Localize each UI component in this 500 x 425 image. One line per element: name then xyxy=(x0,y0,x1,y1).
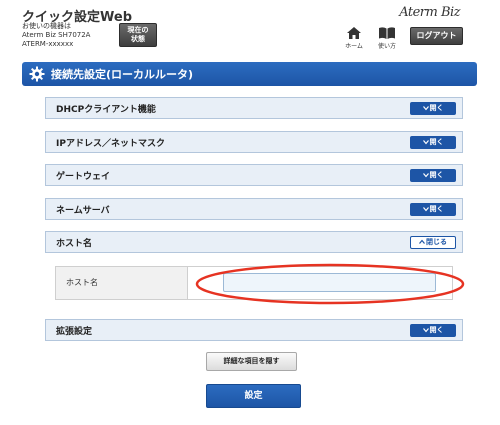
expand-button[interactable]: 開く xyxy=(410,136,456,149)
expand-button[interactable]: 開く xyxy=(410,169,456,182)
panel-label: ゲートウェイ xyxy=(56,172,111,182)
current-status-label-2: 状態 xyxy=(131,35,145,43)
host-name-row: ホスト名 xyxy=(55,266,453,300)
panel-host-name[interactable]: ホスト名 閉じる xyxy=(45,231,463,253)
panel-ip-netmask[interactable]: IPアドレス／ネットマスク 開く xyxy=(45,131,463,153)
aterm-biz-logo: Aterm Biz xyxy=(399,5,460,20)
book-icon xyxy=(379,27,395,39)
panel-label: 拡張設定 xyxy=(56,327,93,337)
panel-label: DHCPクライアント機能 xyxy=(56,105,156,115)
collapse-button[interactable]: 閉じる xyxy=(410,236,456,249)
header: クイック設定Web お使いの機器は Aterm Biz SH7072A ATER… xyxy=(0,0,500,58)
section-title: 接続先設定(ローカルルータ) xyxy=(51,68,194,81)
panel-label: ネームサーバ xyxy=(56,206,110,216)
home-label: ホーム xyxy=(345,43,363,50)
gear-icon xyxy=(29,66,45,82)
panel-label: ホスト名 xyxy=(56,239,93,249)
host-name-input[interactable] xyxy=(223,273,436,292)
guide-label: 使い方 xyxy=(377,43,396,50)
chevron-down-icon xyxy=(422,140,429,145)
collapse-label: 閉じる xyxy=(426,238,447,246)
submit-button[interactable]: 設定 xyxy=(206,384,301,408)
current-status-button[interactable]: 現在の 状態 xyxy=(119,23,157,47)
panel-name-server[interactable]: ネームサーバ 開く xyxy=(45,198,463,220)
home-icon xyxy=(347,27,361,39)
expand-button[interactable]: 開く xyxy=(410,102,456,115)
expand-label: 開く xyxy=(429,326,444,334)
expand-label: 開く xyxy=(429,171,444,179)
host-name-label-cell: ホスト名 xyxy=(56,267,188,299)
device-info: お使いの機器は Aterm Biz SH7072A ATERM-xxxxxx xyxy=(22,22,90,49)
expand-label: 開く xyxy=(429,205,444,213)
panel-label: IPアドレス／ネットマスク xyxy=(56,139,165,149)
panel-gateway[interactable]: ゲートウェイ 開く xyxy=(45,164,463,186)
hide-details-button[interactable]: 詳細な項目を隠す xyxy=(206,352,297,371)
device-id: ATERM-xxxxxx xyxy=(22,40,74,48)
expand-button[interactable]: 開く xyxy=(410,203,456,216)
logout-button[interactable]: ログアウト xyxy=(410,27,463,45)
device-info-line: お使いの機器は xyxy=(22,22,71,30)
expand-label: 開く xyxy=(429,138,444,146)
home-button[interactable]: ホーム xyxy=(341,26,367,50)
expand-button[interactable]: 開く xyxy=(410,324,456,337)
chevron-up-icon xyxy=(419,239,425,244)
guide-button[interactable]: 使い方 xyxy=(374,26,400,50)
chevron-down-icon xyxy=(422,173,429,178)
chevron-down-icon xyxy=(422,106,429,111)
chevron-down-icon xyxy=(422,207,429,212)
chevron-down-icon xyxy=(422,328,429,333)
panel-advanced-settings[interactable]: 拡張設定 開く xyxy=(45,319,463,341)
section-header: 接続先設定(ローカルルータ) xyxy=(22,62,477,86)
panel-dhcp-client[interactable]: DHCPクライアント機能 開く xyxy=(45,97,463,119)
expand-label: 開く xyxy=(429,104,444,112)
host-name-label: ホスト名 xyxy=(66,278,98,287)
current-status-label-1: 現在の xyxy=(127,26,149,34)
device-model: Aterm Biz SH7072A xyxy=(22,31,91,39)
